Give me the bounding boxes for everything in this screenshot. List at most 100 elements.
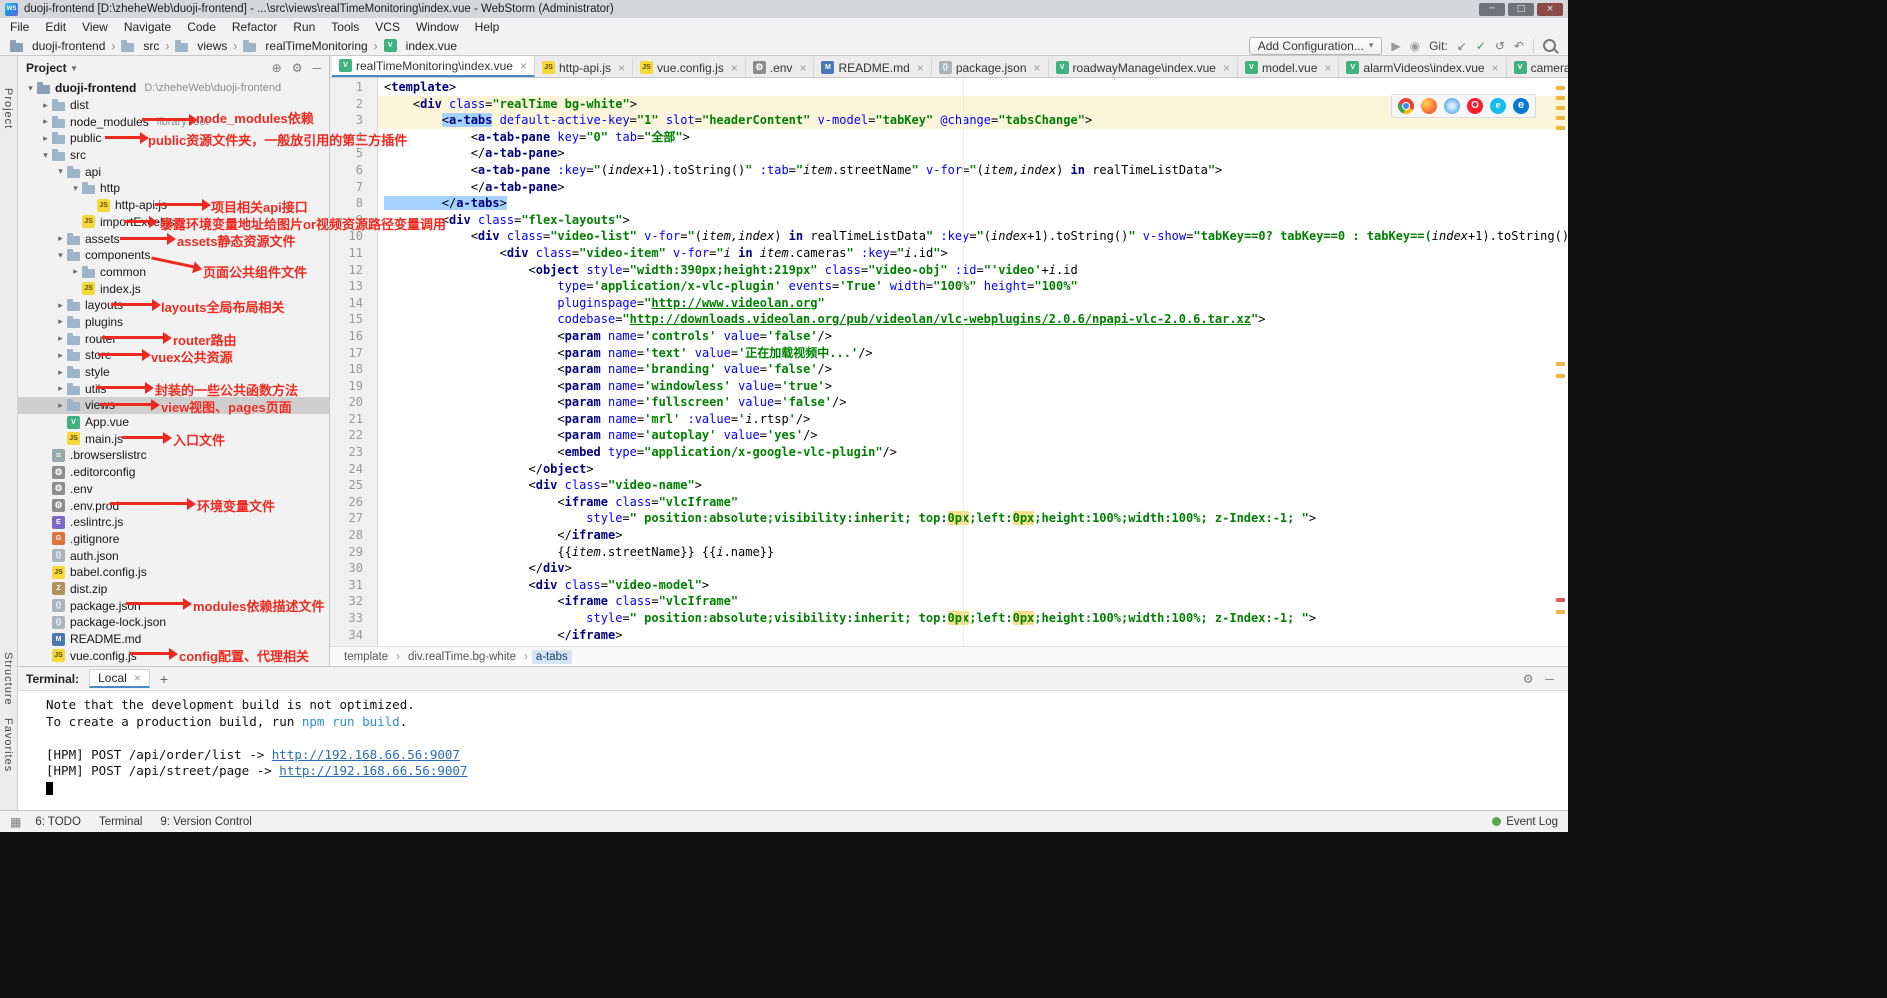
tree-item-dist[interactable]: ▸dist xyxy=(18,97,329,114)
code-line[interactable]: </div> xyxy=(378,560,1568,577)
line-number[interactable]: 24 xyxy=(330,461,363,478)
status-item-terminal[interactable]: Terminal xyxy=(99,816,142,828)
tree-item-index.js[interactable]: JSindex.js xyxy=(18,280,329,297)
line-number[interactable]: 33 xyxy=(330,610,363,627)
editor-tab[interactable]: Vmodel.vue× xyxy=(1238,58,1339,77)
code-line[interactable]: <param name='fullscreen' value='false'/> xyxy=(378,394,1568,411)
line-number[interactable]: 18 xyxy=(330,361,363,378)
tree-item-.gitignore[interactable]: G.gitignore xyxy=(18,531,329,548)
tree-toggle-icon[interactable]: ▸ xyxy=(54,333,67,344)
tree-item-.env[interactable]: ⚙.env xyxy=(18,481,329,498)
code-line[interactable]: <param name='controls' value='false'/> xyxy=(378,328,1568,345)
tree-item-assets[interactable]: ▸assets xyxy=(18,230,329,247)
line-number[interactable]: 19 xyxy=(330,378,363,395)
tree-item-api[interactable]: ▾api xyxy=(18,163,329,180)
tree-toggle-icon[interactable]: ▾ xyxy=(54,166,67,177)
breadcrumb-item[interactable]: views xyxy=(173,39,229,53)
project-panel-title[interactable]: Project▾ xyxy=(26,61,76,75)
tab-close-icon[interactable]: × xyxy=(917,61,924,75)
tree-item-package-lock.json[interactable]: {}package-lock.json xyxy=(18,614,329,631)
editor-tab[interactable]: VrealTimeMonitoring\index.vue× xyxy=(332,56,535,77)
code-line[interactable]: <a-tab-pane key="0" tab="全部"> xyxy=(378,129,1568,146)
code-line[interactable]: <embed type="application/x-google-vlc-pl… xyxy=(378,444,1568,461)
code-line[interactable]: <object style="width:390px;height:219px"… xyxy=(378,262,1568,279)
status-item-event-log[interactable]: Event Log xyxy=(1492,816,1558,828)
code-line[interactable]: <iframe class="vlcIframe" xyxy=(378,593,1568,610)
editor-tab[interactable]: VroadwayManage\index.vue× xyxy=(1049,58,1238,77)
tab-close-icon[interactable]: × xyxy=(1223,61,1230,75)
line-number[interactable]: 2 xyxy=(330,96,363,113)
code-line[interactable]: type='application/x-vlc-plugin' events='… xyxy=(378,278,1568,295)
tree-item-importExcel.js[interactable]: JSimportExcel.js xyxy=(18,214,329,231)
code-line[interactable]: <iframe class="vlcIframe" xyxy=(378,494,1568,511)
tree-toggle-icon[interactable]: ▸ xyxy=(54,233,67,244)
tool-window-switcher-icon[interactable]: ▦ xyxy=(10,816,21,828)
minimize-panel-icon[interactable]: ─ xyxy=(1545,673,1554,685)
line-number[interactable]: 8 xyxy=(330,195,363,212)
menu-edit[interactable]: Edit xyxy=(37,20,74,34)
tree-item-layouts[interactable]: ▸layouts xyxy=(18,297,329,314)
tree-item-common[interactable]: ▸common xyxy=(18,264,329,281)
tool-window-project-button[interactable]: Project xyxy=(2,88,14,129)
tree-item-package.json[interactable]: {}package.json xyxy=(18,597,329,614)
line-number[interactable]: 6 xyxy=(330,162,363,179)
tree-item-components[interactable]: ▾components xyxy=(18,247,329,264)
breadcrumb-item[interactable]: src xyxy=(119,39,161,53)
git-commit-icon[interactable]: ✓ xyxy=(1476,40,1486,52)
code-line[interactable]: </object> xyxy=(378,461,1568,478)
gear-icon[interactable]: ⚙ xyxy=(1523,673,1534,685)
line-number[interactable]: 31 xyxy=(330,577,363,594)
line-number[interactable]: 28 xyxy=(330,527,363,544)
tree-toggle-icon[interactable]: ▸ xyxy=(39,116,52,127)
tree-item-.eslintrc.js[interactable]: E.eslintrc.js xyxy=(18,514,329,531)
tree-toggle-icon[interactable]: ▾ xyxy=(24,83,37,94)
menu-tools[interactable]: Tools xyxy=(323,20,367,34)
tree-item-utils[interactable]: ▸utils xyxy=(18,380,329,397)
debug-button[interactable]: ◉ xyxy=(1410,40,1420,52)
tree-item-dist.zip[interactable]: Zdist.zip xyxy=(18,581,329,598)
code-line[interactable]: <div class="video-list" v-for="(item,ind… xyxy=(378,228,1568,245)
terminal-output[interactable]: Note that the development build is not o… xyxy=(18,691,1568,810)
search-everywhere-icon[interactable] xyxy=(1543,39,1556,52)
ie-browser-icon[interactable] xyxy=(1490,98,1506,114)
line-number[interactable]: 32 xyxy=(330,593,363,610)
tree-item-main.js[interactable]: JSmain.js xyxy=(18,430,329,447)
tree-item-plugins[interactable]: ▸plugins xyxy=(18,314,329,331)
code-line[interactable]: </a-tabs> xyxy=(378,195,1568,212)
breadcrumb-item[interactable]: Vindex.vue xyxy=(382,39,459,53)
tab-close-icon[interactable]: × xyxy=(520,59,527,73)
code-line[interactable]: </iframe> xyxy=(378,627,1568,644)
firefox-browser-icon[interactable] xyxy=(1421,98,1437,114)
editor-tab[interactable]: VcameraManage\index.vue× xyxy=(1507,58,1568,77)
code-line[interactable]: <param name='windowless' value='true'> xyxy=(378,378,1568,395)
close-button[interactable]: × xyxy=(1537,3,1563,16)
code-line[interactable]: <div class="video-item" v-for="i in item… xyxy=(378,245,1568,262)
tree-item-babel.config.js[interactable]: JSbabel.config.js xyxy=(18,564,329,581)
tree-item-.env.prod[interactable]: ⚙.env.prod xyxy=(18,497,329,514)
tree-toggle-icon[interactable]: ▸ xyxy=(54,316,67,327)
menu-vcs[interactable]: VCS xyxy=(367,20,408,34)
tree-item-public[interactable]: ▸public xyxy=(18,130,329,147)
code-line[interactable]: </a-tab-pane> xyxy=(378,179,1568,196)
tree-toggle-icon[interactable]: ▸ xyxy=(54,400,67,411)
line-number[interactable]: 26 xyxy=(330,494,363,511)
editor-tab[interactable]: JSvue.config.js× xyxy=(633,58,746,77)
tool-window-structure-button[interactable]: Structure xyxy=(2,652,14,706)
tree-item-node_modules[interactable]: ▸node_moduleslibrary root xyxy=(18,113,329,130)
tab-close-icon[interactable]: × xyxy=(731,61,738,75)
tree-toggle-icon[interactable]: ▸ xyxy=(54,350,67,361)
code-area[interactable]: <template> <div class="realTime bg-white… xyxy=(378,78,1568,646)
menu-help[interactable]: Help xyxy=(467,20,508,34)
tree-item-store[interactable]: ▸store xyxy=(18,347,329,364)
tree-item-http-api.js[interactable]: JShttp-api.js xyxy=(18,197,329,214)
status-item-6-todo[interactable]: 6: TODO xyxy=(35,816,81,828)
tree-toggle-icon[interactable]: ▾ xyxy=(39,150,52,161)
tree-toggle-icon[interactable]: ▾ xyxy=(69,183,82,194)
tree-toggle-icon[interactable]: ▸ xyxy=(69,266,82,277)
terminal-link[interactable]: http://192.168.66.56:9007 xyxy=(272,747,460,762)
tree-toggle-icon[interactable]: ▸ xyxy=(54,300,67,311)
line-number[interactable]: 12 xyxy=(330,262,363,279)
line-number[interactable]: 4 xyxy=(330,129,363,146)
add-configuration-button[interactable]: Add Configuration...▾ xyxy=(1249,37,1383,55)
git-update-icon[interactable]: ↙ xyxy=(1457,40,1467,52)
